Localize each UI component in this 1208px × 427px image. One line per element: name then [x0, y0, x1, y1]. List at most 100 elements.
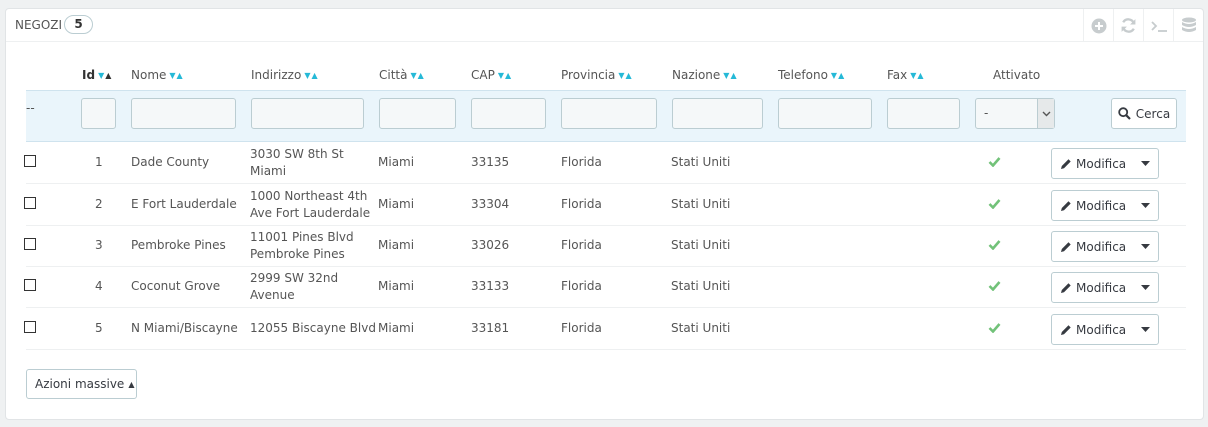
sort-asc-icon[interactable]: ▲	[838, 71, 845, 80]
cell-name: Dade County	[131, 155, 210, 169]
edit-dropdown-toggle[interactable]	[1132, 242, 1158, 252]
sort-desc-icon[interactable]: ▼	[410, 71, 417, 80]
cell-city: Miami	[378, 238, 415, 252]
row-checkbox[interactable]	[24, 155, 36, 167]
sort-desc-icon[interactable]: ▼	[498, 71, 505, 80]
edit-button-label: Modifica	[1076, 322, 1127, 337]
column-header-zip: CAP ▼▲	[471, 68, 512, 82]
edit-button[interactable]: Modifica	[1052, 323, 1132, 337]
edit-dropdown-toggle[interactable]	[1132, 159, 1158, 169]
edit-button-label: Modifica	[1076, 239, 1127, 254]
column-header-name: Nome ▼▲	[131, 68, 184, 82]
filter-id-input[interactable]	[81, 98, 116, 129]
filter-city-input[interactable]	[379, 98, 456, 129]
active-check-icon[interactable]	[988, 238, 1001, 254]
filter-fax-input[interactable]	[887, 98, 960, 129]
edit-button[interactable]: Modifica	[1052, 199, 1132, 213]
database-icon	[1181, 17, 1196, 32]
refresh-icon	[1121, 18, 1136, 33]
count-badge: 5	[64, 15, 93, 34]
active-check-icon[interactable]	[988, 155, 1001, 171]
sort-asc-icon[interactable]: ▲	[917, 71, 924, 80]
filter-phone-input[interactable]	[778, 98, 872, 129]
edit-action-group: Modifica	[1051, 190, 1159, 221]
stores-panel: NEGOZI 5 Id ▼▲ Nome ▼▲ Indirizzo ▼▲ Città ▼▲…	[5, 8, 1204, 420]
cell-id: 3	[95, 238, 103, 252]
cell-state: Florida	[561, 155, 602, 169]
cell-country: Stati Uniti	[671, 155, 731, 169]
chevron-down-icon	[1037, 99, 1054, 128]
row-checkbox[interactable]	[24, 279, 36, 291]
cell-name: E Fort Lauderdale	[131, 197, 237, 211]
active-check-icon[interactable]	[988, 279, 1001, 295]
caret-down-icon	[1140, 284, 1150, 290]
filter-active-value: -	[984, 106, 989, 120]
sort-asc-icon[interactable]: ▲	[177, 71, 184, 80]
cell-country: Stati Uniti	[671, 321, 731, 335]
active-check-icon[interactable]	[988, 321, 1001, 337]
sort-asc-icon[interactable]: ▲	[418, 71, 425, 80]
edit-button[interactable]: Modifica	[1052, 240, 1132, 254]
row-checkbox[interactable]	[24, 321, 36, 333]
column-label-address: Indirizzo	[251, 68, 302, 82]
refresh-button[interactable]	[1113, 9, 1143, 42]
filter-address-input[interactable]	[251, 98, 364, 129]
toolbar	[1083, 9, 1203, 42]
column-label-state: Provincia	[561, 68, 616, 82]
edit-button[interactable]: Modifica	[1052, 281, 1132, 295]
column-label-fax: Fax	[887, 68, 908, 82]
edit-dropdown-toggle[interactable]	[1132, 201, 1158, 211]
filter-country-input[interactable]	[672, 98, 763, 129]
cell-address-line2: Ave Fort Lauderdale	[250, 206, 371, 220]
cell-address-line1: 1000 Northeast 4th	[250, 189, 368, 203]
column-header-state: Provincia ▼▲	[561, 68, 633, 82]
filter-name-input[interactable]	[131, 98, 236, 129]
filter-zip-input[interactable]	[471, 98, 546, 129]
sort-desc-icon[interactable]: ▼	[831, 71, 838, 80]
edit-button[interactable]: Modifica	[1052, 157, 1132, 171]
sort-asc-icon[interactable]: ▲	[311, 71, 318, 80]
cell-address-line1: 2999 SW 32nd	[250, 271, 339, 285]
sort-asc-icon[interactable]: ▲	[505, 71, 512, 80]
row-checkbox[interactable]	[24, 197, 36, 209]
edit-action-group: Modifica	[1051, 272, 1159, 303]
cell-city: Miami	[378, 155, 415, 169]
sql-query-button[interactable]	[1143, 9, 1173, 42]
cell-country: Stati Uniti	[671, 238, 731, 252]
column-header-active: Attivato	[993, 68, 1041, 82]
column-header-fax: Fax ▼▲	[887, 68, 925, 82]
bulk-select-placeholder: --	[26, 101, 35, 115]
sort-asc-icon[interactable]: ▲	[105, 71, 112, 80]
column-header-address: Indirizzo ▼▲	[251, 68, 319, 82]
cell-address: 1000 Northeast 4th Ave Fort Lauderdale	[250, 188, 370, 222]
column-label-phone: Telefono	[778, 68, 828, 82]
cell-address-line1: 11001 Pines Blvd	[250, 230, 354, 244]
caret-down-icon	[1140, 243, 1150, 249]
filter-active-select[interactable]: -	[975, 98, 1055, 129]
sort-asc-icon[interactable]: ▲	[626, 71, 633, 80]
filter-state-input[interactable]	[561, 98, 657, 129]
edit-dropdown-toggle[interactable]	[1132, 283, 1158, 293]
page-title: NEGOZI	[15, 18, 63, 32]
cell-state: Florida	[561, 238, 602, 252]
edit-dropdown-toggle[interactable]	[1132, 325, 1158, 335]
sort-desc-icon[interactable]: ▼	[618, 71, 625, 80]
bulk-actions-button[interactable]: Azioni massive ▲	[26, 369, 137, 399]
cell-state: Florida	[561, 197, 602, 211]
add-new-button[interactable]	[1083, 9, 1113, 42]
active-check-icon[interactable]	[988, 197, 1001, 213]
panel-header: NEGOZI 5	[6, 9, 1203, 42]
cell-name: Coconut Grove	[131, 279, 221, 293]
column-header-city: Città ▼▲	[379, 68, 425, 82]
sort-asc-icon[interactable]: ▲	[730, 71, 737, 80]
cell-city: Miami	[378, 279, 415, 293]
cell-country: Stati Uniti	[671, 197, 731, 211]
cell-zip: 33181	[471, 321, 510, 335]
row-checkbox[interactable]	[24, 238, 36, 250]
search-button[interactable]: Cerca	[1111, 98, 1177, 129]
cell-address: 2999 SW 32nd Avenue	[250, 270, 338, 304]
add-icon	[1091, 18, 1106, 33]
sort-desc-icon[interactable]: ▼	[169, 71, 176, 80]
export-button[interactable]	[1173, 9, 1203, 42]
cell-address-line2: Avenue	[250, 288, 295, 302]
